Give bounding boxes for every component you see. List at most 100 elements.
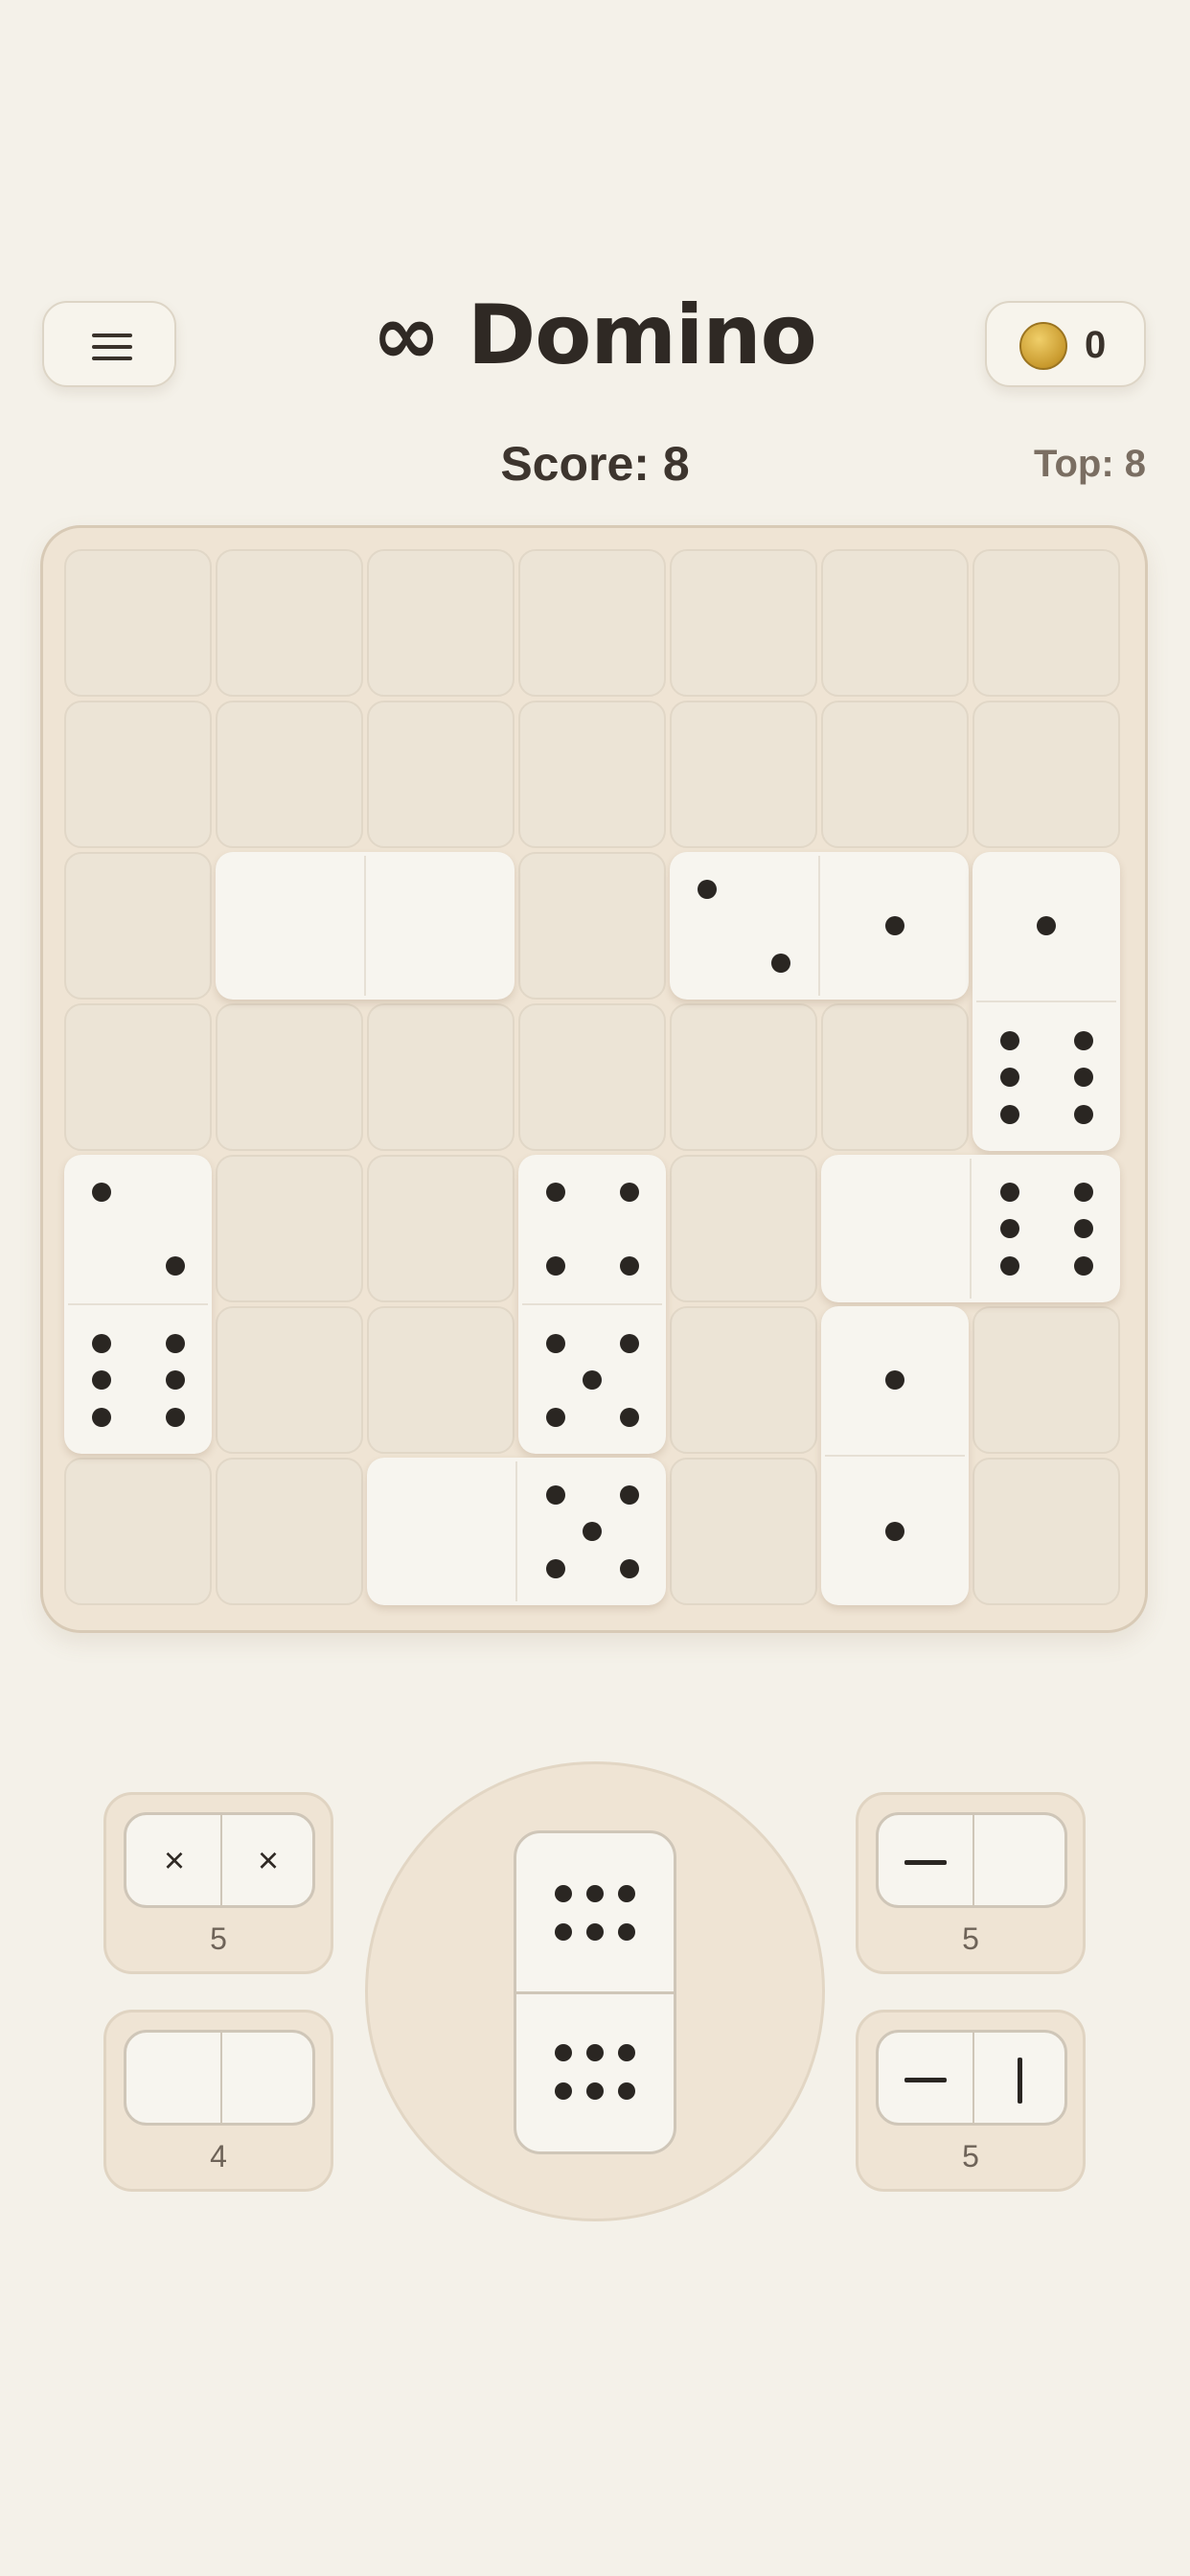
tile-divider [68,1303,208,1305]
pip [555,1922,573,1941]
pip [545,1407,565,1427]
board-cell[interactable] [821,701,969,848]
pip [555,2082,573,2100]
tile-2-6-v [64,1155,212,1454]
menu-icon-bar [92,345,132,349]
pip [586,2082,604,2100]
pip [1073,1182,1093,1202]
coin-count: 0 [1085,324,1107,366]
board-cell[interactable] [518,852,666,1000]
pip [1073,1219,1093,1238]
tile-divider [976,1000,1116,1002]
gold-coin-icon [1019,322,1067,370]
game-board[interactable] [40,525,1148,1633]
board-cell[interactable] [670,1306,817,1454]
tile-divider [522,1303,662,1305]
board-cell[interactable] [821,1003,969,1151]
pip [1073,1030,1093,1050]
pip [545,1333,565,1353]
pip [885,1370,904,1390]
pip [619,1407,639,1427]
domino-preview [124,2030,315,2126]
tray-bar-blank[interactable]: 5 [856,1792,1086,1974]
tile-1-1-v [821,1306,969,1605]
board-cell[interactable] [670,1458,817,1605]
tray-blank-blank[interactable]: 4 [103,2010,333,2192]
pip [617,1922,635,1941]
pip [999,1104,1019,1124]
pip [555,2044,573,2062]
board-cell[interactable] [973,1306,1120,1454]
pip [770,953,790,973]
board-cell[interactable] [518,701,666,848]
board-cell[interactable] [518,549,666,697]
pip [545,1484,565,1505]
board-cell[interactable] [216,1458,363,1605]
board-cell[interactable] [670,1155,817,1302]
board-cell[interactable] [367,1003,515,1151]
board-cell[interactable] [64,1003,212,1151]
piece-count: 5 [962,2139,979,2174]
pip [999,1255,1019,1276]
pip [1073,1068,1093,1087]
board-cell[interactable] [973,701,1120,848]
pip [999,1219,1019,1238]
tile-1-6-v [973,852,1120,1151]
pip [583,1370,602,1390]
pip [1073,1255,1093,1276]
board-cell[interactable] [367,549,515,697]
pip [586,1922,604,1941]
board-cell[interactable] [367,1306,515,1454]
domino-preview [876,2030,1067,2126]
pip [583,1522,602,1541]
pip [617,1885,635,1903]
board-cell[interactable] [216,1155,363,1302]
pip [619,1484,639,1505]
board-cell[interactable] [973,549,1120,697]
board-cell[interactable] [64,1458,212,1605]
tray-bar-vbar[interactable]: 5 [856,2010,1086,2192]
board-cell[interactable] [216,1003,363,1151]
pip [999,1030,1019,1050]
pip [555,1885,573,1903]
pip [619,1255,639,1276]
board-cell[interactable] [973,1458,1120,1605]
board-cell[interactable] [821,549,969,697]
domino-divider [516,1991,674,1994]
board-cell[interactable] [216,549,363,697]
pip [165,1333,185,1353]
current-domino-piece[interactable] [514,1830,676,2154]
piece-count: 5 [210,1921,227,1956]
board-cell[interactable] [64,701,212,848]
pip [999,1068,1019,1087]
tile-2-1-h [670,852,969,1000]
board-cell[interactable] [670,549,817,697]
pip [999,1182,1019,1202]
domino-preview [876,1812,1067,1908]
board-cell[interactable] [216,1306,363,1454]
pip [1073,1104,1093,1124]
x-mark-icon: × [257,1841,280,1881]
coin-balance-button[interactable]: 0 [985,301,1146,387]
pip [586,1885,604,1903]
board-cell[interactable] [670,701,817,848]
top-score-label: Top: 8 [1033,443,1146,485]
pip [91,1407,111,1427]
piece-count: 5 [962,1921,979,1956]
pip [619,1182,639,1202]
horizontal-bar-icon [904,2078,947,2082]
board-cell[interactable] [64,852,212,1000]
menu-icon-bar [92,356,132,360]
pip [619,1333,639,1353]
board-cell[interactable] [216,701,363,848]
game-logo: ∞ Domino [372,288,816,383]
board-cell[interactable] [518,1003,666,1151]
piece-count: 4 [210,2139,227,2174]
board-cell[interactable] [670,1003,817,1151]
tray-x-x[interactable]: × × 5 [103,1792,333,1974]
board-cell[interactable] [367,1155,515,1302]
menu-button[interactable] [42,301,176,387]
board-cell[interactable] [367,701,515,848]
pip [545,1558,565,1578]
board-cell[interactable] [64,549,212,697]
